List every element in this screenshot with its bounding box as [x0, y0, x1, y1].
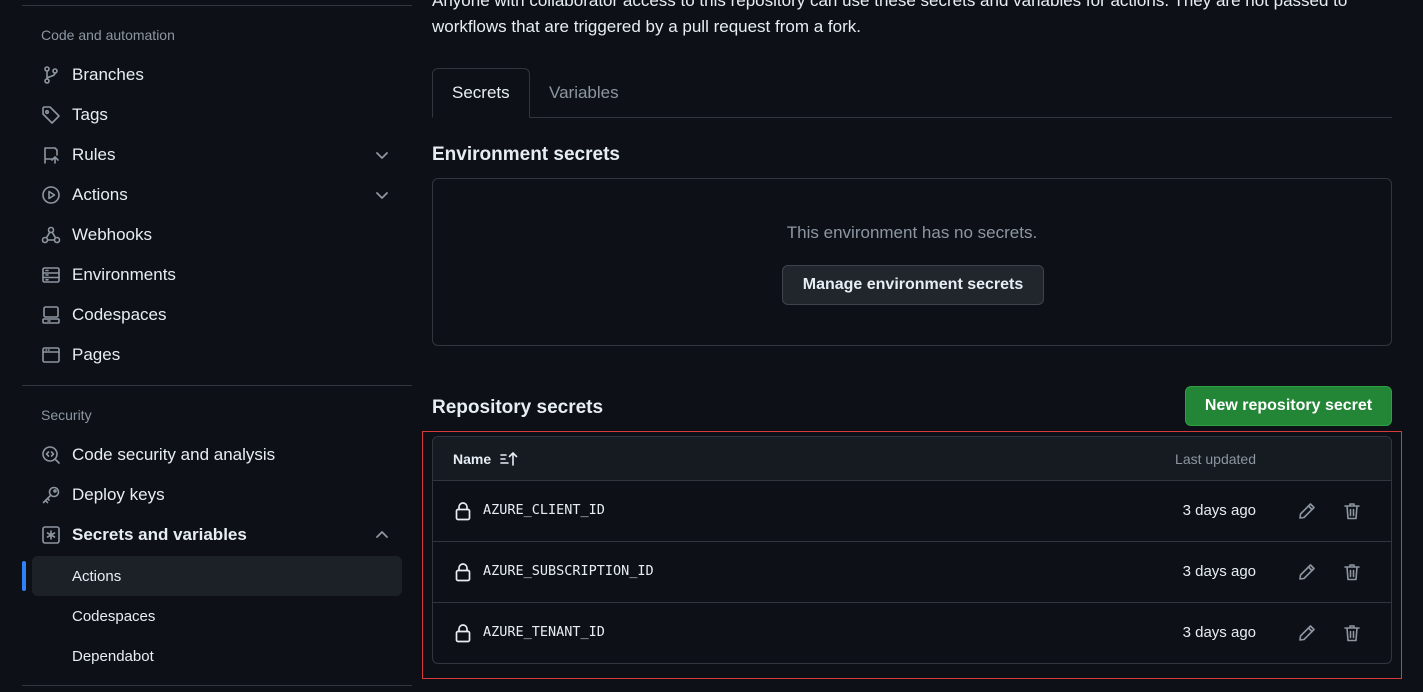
page: Code and automation Branches Tags Rules … — [0, 0, 1423, 692]
edit-pencil-icon[interactable] — [1294, 559, 1320, 585]
sidebar-item-codespaces[interactable]: Codespaces — [32, 297, 402, 333]
sidebar-divider — [22, 385, 412, 386]
asterisk-icon — [40, 524, 62, 546]
sidebar-item-label: Codespaces — [72, 305, 167, 324]
active-item-marker — [22, 561, 26, 591]
settings-sidebar: Code and automation Branches Tags Rules … — [22, 0, 412, 692]
sidebar-item-deploy-keys[interactable]: Deploy keys — [32, 477, 402, 513]
tab-bar: Secrets Variables — [432, 68, 1392, 118]
chevron-up-icon[interactable] — [374, 527, 390, 543]
branch-icon — [40, 64, 62, 86]
sidebar-item-label: Branches — [72, 65, 144, 84]
secret-name: AZURE_SUBSCRIPTION_ID — [483, 563, 654, 579]
sidebar-divider — [22, 5, 412, 6]
repository-secrets-heading: Repository secrets — [432, 397, 604, 418]
secret-last-updated: 3 days ago — [1182, 624, 1256, 641]
edit-pencil-icon[interactable] — [1294, 498, 1320, 524]
sidebar-item-tags[interactable]: Tags — [32, 97, 402, 133]
codespaces-icon — [40, 304, 62, 326]
chevron-down-icon[interactable] — [374, 187, 390, 203]
sidebar-divider — [22, 685, 412, 686]
secret-name: AZURE_CLIENT_ID — [483, 502, 605, 518]
lock-icon — [454, 623, 472, 643]
environment-secrets-heading: Environment secrets — [432, 144, 620, 165]
column-header-last-updated: Last updated — [1175, 451, 1256, 467]
new-repository-secret-button[interactable]: New repository secret — [1185, 386, 1392, 426]
lock-icon — [454, 562, 472, 582]
manage-environment-secrets-button[interactable]: Manage environment secrets — [782, 265, 1044, 305]
sidebar-item-label: Rules — [72, 145, 116, 164]
rules-icon — [40, 144, 62, 166]
webhook-icon — [40, 224, 62, 246]
browser-icon — [40, 344, 62, 366]
lock-icon — [454, 501, 472, 521]
sidebar-item-actions[interactable]: Actions — [32, 177, 402, 213]
environment-secrets-box: This environment has no secrets. Manage … — [432, 178, 1392, 346]
sidebar-item-secrets-and-variables[interactable]: Secrets and variables — [32, 517, 402, 553]
section-heading-security: Security — [41, 407, 92, 423]
sidebar-item-label: Code security and analysis — [72, 445, 276, 464]
sidebar-item-label: Pages — [72, 345, 121, 364]
chevron-down-icon[interactable] — [374, 147, 390, 163]
sidebar-item-rules[interactable]: Rules — [32, 137, 402, 173]
sort-ascending-icon — [500, 451, 518, 466]
sidebar-subitem-actions[interactable]: Actions — [32, 556, 402, 596]
server-icon — [40, 264, 62, 286]
sort-by-name[interactable]: Name — [453, 451, 521, 467]
play-icon — [40, 184, 62, 206]
sidebar-subitem-codespaces[interactable]: Codespaces — [32, 596, 402, 636]
delete-trash-icon[interactable] — [1339, 498, 1365, 524]
secrets-table: Name Last updated AZURE_CLIENT_ID 3 days… — [432, 436, 1392, 664]
sidebar-item-pages[interactable]: Pages — [32, 337, 402, 373]
table-row: AZURE_TENANT_ID 3 days ago — [433, 603, 1391, 663]
intro-description: Anyone with collaborator access to this … — [432, 0, 1348, 36]
sidebar-item-branches[interactable]: Branches — [32, 57, 402, 93]
secret-last-updated: 3 days ago — [1182, 563, 1256, 580]
table-row: AZURE_SUBSCRIPTION_ID 3 days ago — [433, 542, 1391, 603]
sidebar-item-label: Tags — [72, 105, 108, 124]
sidebar-item-code-security[interactable]: Code security and analysis — [32, 437, 402, 473]
sidebar-item-environments[interactable]: Environments — [32, 257, 402, 293]
sidebar-item-label: Deploy keys — [72, 485, 165, 504]
table-header: Name Last updated — [433, 437, 1391, 481]
sidebar-item-label: Environments — [72, 265, 176, 284]
sidebar-item-label: Webhooks — [72, 225, 153, 244]
column-header-name: Name — [453, 451, 492, 467]
key-icon — [40, 484, 62, 506]
table-row: AZURE_CLIENT_ID 3 days ago — [433, 481, 1391, 542]
sidebar-subitem-dependabot[interactable]: Dependabot — [32, 636, 402, 676]
sidebar-item-label: Secrets and variables — [72, 525, 247, 544]
edit-pencil-icon[interactable] — [1294, 620, 1320, 646]
delete-trash-icon[interactable] — [1339, 620, 1365, 646]
sidebar-item-label: Actions — [72, 185, 128, 204]
delete-trash-icon[interactable] — [1339, 559, 1365, 585]
tag-icon — [40, 104, 62, 126]
tab-secrets[interactable]: Secrets — [432, 68, 530, 118]
tab-variables[interactable]: Variables — [530, 68, 638, 118]
section-heading-code-automation: Code and automation — [41, 27, 175, 43]
secret-last-updated: 3 days ago — [1182, 502, 1256, 519]
empty-state-text: This environment has no secrets. — [786, 223, 1038, 242]
sidebar-item-webhooks[interactable]: Webhooks — [32, 217, 402, 253]
codescan-icon — [40, 444, 62, 466]
secret-name: AZURE_TENANT_ID — [483, 624, 605, 640]
